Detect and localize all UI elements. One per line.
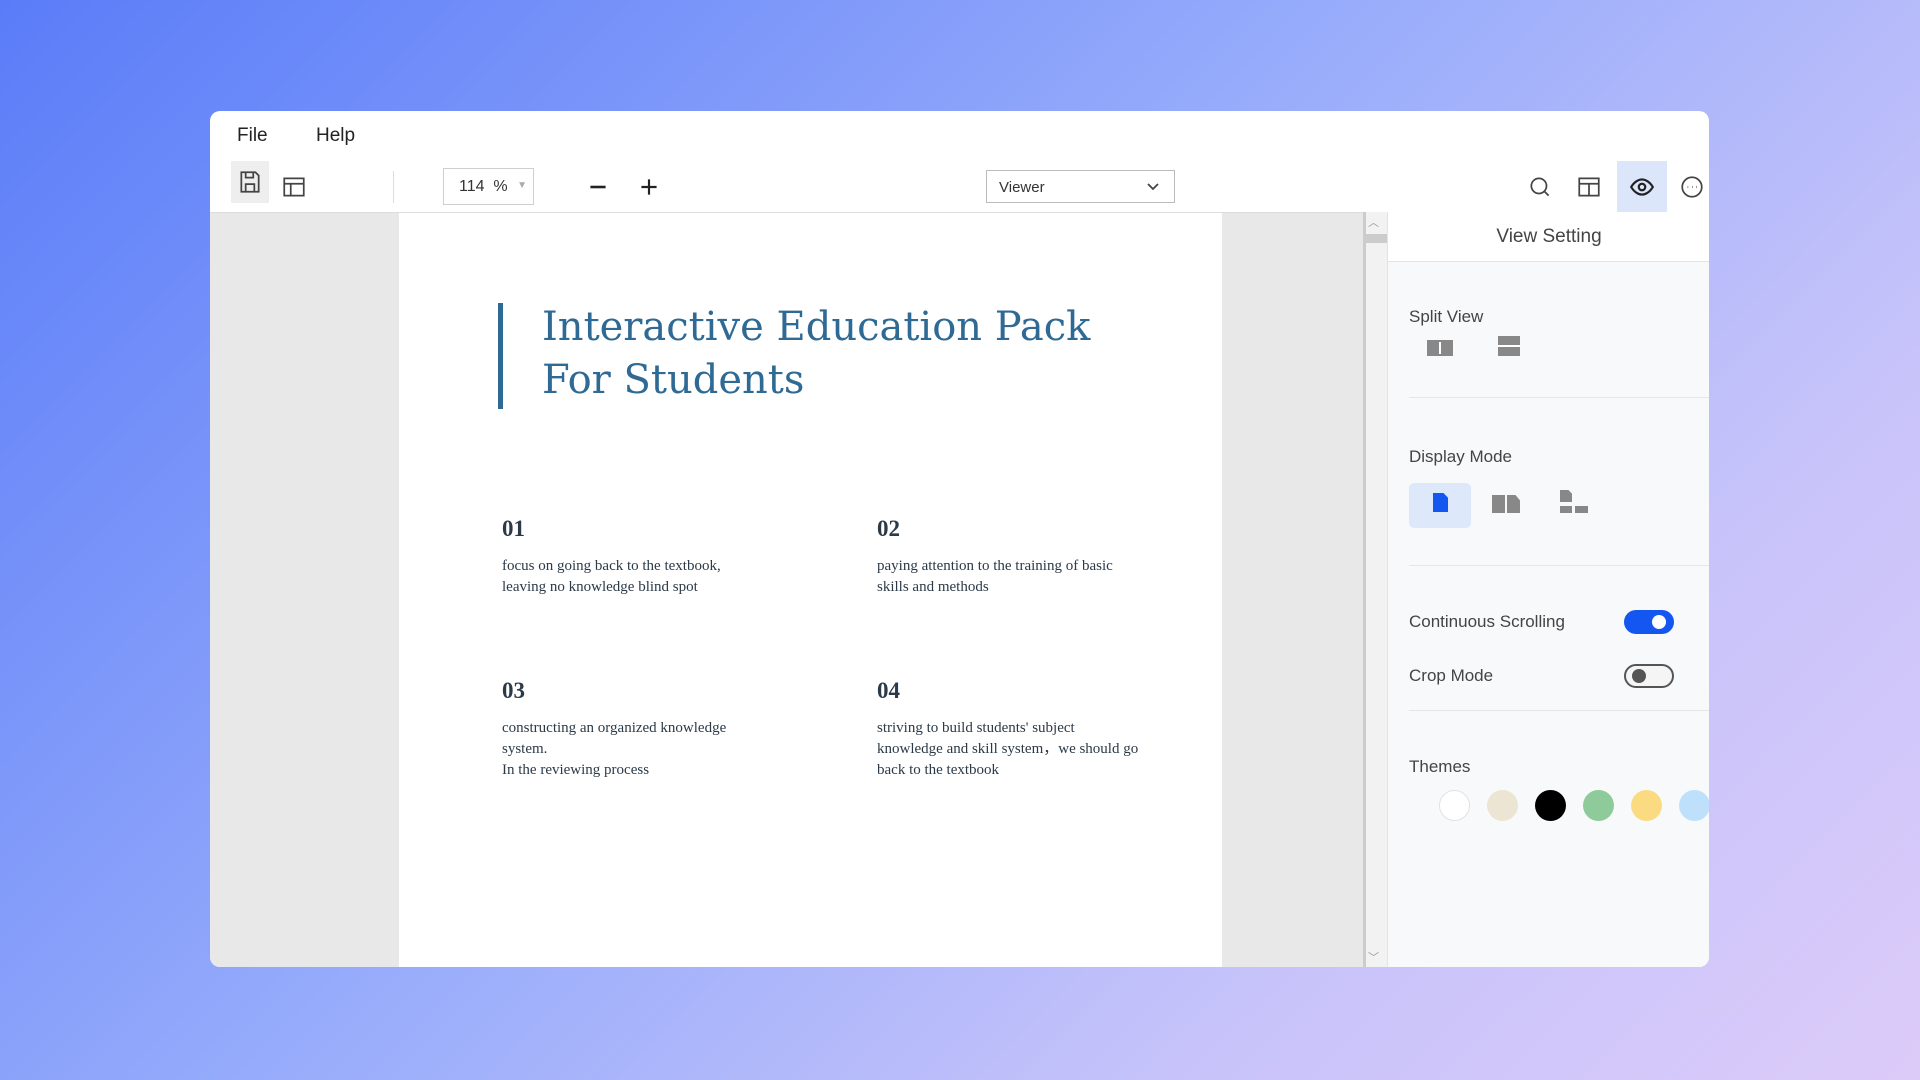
view-setting-panel: View Setting Split View Display Mode Con… <box>1387 212 1709 967</box>
document-page: Interactive Education PackFor Students 0… <box>399 213 1222 967</box>
chevron-down-icon <box>1146 181 1160 193</box>
scroll-up-icon[interactable]: ︿ <box>1368 214 1379 230</box>
app-window: File Help 114 % ▼ Viewer Interactive Educ… <box>210 111 1709 967</box>
item-text: knowledge and skill system，we should go <box>877 739 1197 760</box>
crop-mode-label: Crop Mode <box>1409 666 1493 686</box>
divider <box>1409 565 1709 566</box>
layout-icon[interactable] <box>276 169 312 205</box>
title-line: Interactive Education Pack <box>542 301 1090 354</box>
list-item: 03 constructing an organized knowledgesys… <box>502 678 802 781</box>
menu-file[interactable]: File <box>237 125 268 147</box>
continuous-scrolling-toggle[interactable] <box>1624 610 1674 634</box>
split-view-label: Split View <box>1409 307 1483 327</box>
dropdown-arrow-icon: ▼ <box>517 180 527 191</box>
divider <box>1409 397 1709 398</box>
panel-title: View Setting <box>1388 212 1709 262</box>
item-text: system. <box>502 739 802 760</box>
scroll-down-icon[interactable]: ﹀ <box>1368 949 1379 965</box>
document-viewport: Interactive Education PackFor Students 0… <box>210 212 1387 967</box>
vertical-scrollbar[interactable]: ︿ ﹀ <box>1363 212 1387 967</box>
list-item: 01 focus on going back to the textbook,le… <box>502 516 802 598</box>
continuous-scrolling-label: Continuous Scrolling <box>1409 612 1565 632</box>
zoom-value: 114 <box>459 178 485 195</box>
item-number: 04 <box>877 678 1197 704</box>
theme-swatch-blue[interactable] <box>1679 790 1709 821</box>
item-text: back to the textbook <box>877 760 1197 781</box>
toggle-knob <box>1652 615 1666 629</box>
crop-mode-toggle[interactable] <box>1624 664 1674 688</box>
two-page-icon-part <box>1507 495 1520 513</box>
item-number: 02 <box>877 516 1177 542</box>
scroll-mode-icon <box>1560 490 1572 502</box>
scroll-mode-icon-part <box>1575 506 1588 513</box>
panel-layout-icon[interactable] <box>1571 169 1607 205</box>
item-text: skills and methods <box>877 577 1177 598</box>
zoom-select[interactable]: 114 % ▼ <box>443 168 534 205</box>
theme-swatch-yellow[interactable] <box>1631 790 1662 821</box>
two-page-icon <box>1492 495 1505 513</box>
more-icon[interactable] <box>1674 169 1709 205</box>
title-accent-bar <box>498 303 503 409</box>
item-text: leaving no knowledge blind spot <box>502 577 802 598</box>
zoom-unit: % <box>493 178 507 195</box>
item-text: striving to build students' subject <box>877 718 1197 739</box>
mode-value: Viewer <box>999 179 1045 196</box>
zoom-out-button[interactable] <box>580 169 616 205</box>
two-page-mode-button[interactable] <box>1492 495 1520 513</box>
search-icon[interactable] <box>1522 169 1558 205</box>
mode-dropdown[interactable]: Viewer <box>986 170 1175 203</box>
item-text: paying attention to the training of basi… <box>877 556 1177 577</box>
view-setting-eye-icon[interactable] <box>1617 161 1667 212</box>
document-title: Interactive Education PackFor Students <box>542 301 1090 407</box>
themes-label: Themes <box>1409 757 1470 777</box>
split-horizontal-icon[interactable] <box>1498 336 1520 356</box>
list-item: 04 striving to build students' subjectkno… <box>877 678 1197 781</box>
scroll-mode-icon-part <box>1560 506 1572 513</box>
list-item: 02 paying attention to the training of ba… <box>877 516 1177 598</box>
scroll-mode-button[interactable] <box>1560 490 1590 514</box>
scrollbar-thumb[interactable] <box>1366 234 1387 243</box>
item-text: constructing an organized knowledge <box>502 718 802 739</box>
item-number: 01 <box>502 516 802 542</box>
theme-swatch-black[interactable] <box>1535 790 1566 821</box>
save-icon[interactable] <box>231 161 269 203</box>
theme-swatch-beige[interactable] <box>1487 790 1518 821</box>
display-mode-label: Display Mode <box>1409 447 1512 467</box>
split-vertical-icon[interactable] <box>1427 340 1453 356</box>
item-text: focus on going back to the textbook, <box>502 556 802 577</box>
toolbar-divider <box>393 171 394 203</box>
theme-swatch-green[interactable] <box>1583 790 1614 821</box>
item-text: In the reviewing process <box>502 760 802 781</box>
toggle-knob <box>1632 669 1646 683</box>
divider <box>1409 710 1709 711</box>
menu-help[interactable]: Help <box>316 125 355 147</box>
title-line: For Students <box>542 354 1090 407</box>
item-number: 03 <box>502 678 802 704</box>
zoom-in-button[interactable] <box>631 169 667 205</box>
single-page-icon <box>1433 493 1448 512</box>
single-page-mode-button[interactable] <box>1409 483 1471 528</box>
theme-swatch-white[interactable] <box>1439 790 1470 821</box>
